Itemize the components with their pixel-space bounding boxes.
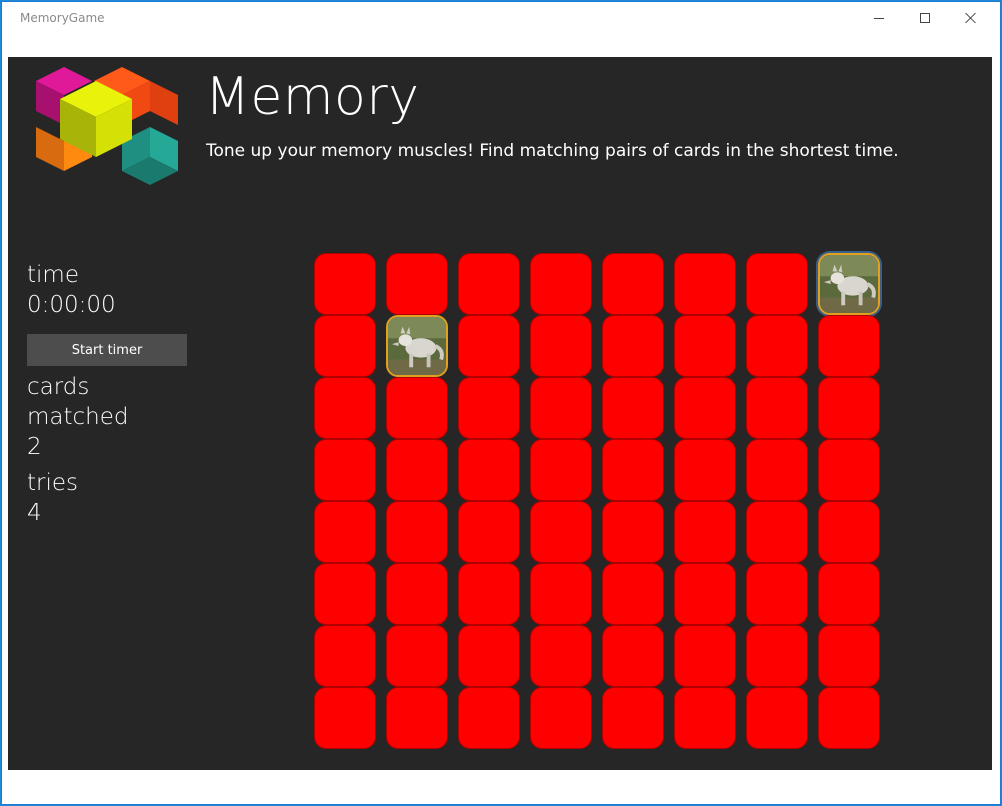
memory-card[interactable]: [530, 377, 592, 439]
memory-card[interactable]: [674, 501, 736, 563]
maximize-icon: [920, 13, 930, 23]
memory-card[interactable]: [386, 501, 448, 563]
memory-card[interactable]: [314, 501, 376, 563]
maximize-button[interactable]: [902, 2, 948, 34]
memory-card[interactable]: [386, 253, 448, 315]
memory-card[interactable]: [746, 439, 808, 501]
stats-panel: time 0:00:00 Start timer cards matched 2…: [27, 260, 227, 528]
memory-card[interactable]: [674, 563, 736, 625]
memory-card[interactable]: [314, 625, 376, 687]
card-board: [314, 253, 894, 753]
close-button[interactable]: [948, 2, 994, 34]
memory-card[interactable]: [602, 687, 664, 749]
memory-card[interactable]: [458, 315, 520, 377]
memory-card[interactable]: [314, 687, 376, 749]
time-label: time: [27, 262, 79, 288]
memory-card[interactable]: [746, 625, 808, 687]
memory-card[interactable]: [314, 315, 376, 377]
memory-card[interactable]: [818, 563, 880, 625]
memory-card[interactable]: [746, 315, 808, 377]
color-cubes-logo-icon: [36, 67, 178, 185]
time-value: 0:00:00: [27, 292, 116, 318]
memory-card[interactable]: [314, 253, 376, 315]
memory-card[interactable]: [674, 439, 736, 501]
memory-card[interactable]: [818, 315, 880, 377]
memory-card[interactable]: [674, 377, 736, 439]
page-subtitle: Tone up your memory muscles! Find matchi…: [206, 141, 899, 161]
memory-card[interactable]: [386, 563, 448, 625]
wolf-photo-icon: [388, 317, 446, 375]
memory-card[interactable]: [746, 501, 808, 563]
memory-card[interactable]: [458, 501, 520, 563]
matched-label-line2: matched: [27, 404, 129, 430]
memory-card[interactable]: [674, 625, 736, 687]
memory-card[interactable]: [530, 315, 592, 377]
memory-card[interactable]: [458, 625, 520, 687]
memory-card[interactable]: [458, 439, 520, 501]
memory-card[interactable]: [530, 439, 592, 501]
memory-card[interactable]: [818, 439, 880, 501]
title-bar[interactable]: MemoryGame: [2, 2, 1000, 34]
wolf-photo-icon: [820, 255, 878, 313]
matched-label-line1: cards: [27, 374, 90, 400]
page-title: Memory: [205, 67, 420, 127]
memory-card[interactable]: [602, 439, 664, 501]
memory-card[interactable]: [602, 625, 664, 687]
memory-card[interactable]: [314, 377, 376, 439]
memory-card[interactable]: [530, 625, 592, 687]
start-timer-button[interactable]: Start timer: [27, 334, 187, 366]
memory-card[interactable]: [314, 563, 376, 625]
memory-card[interactable]: [746, 687, 808, 749]
memory-card[interactable]: [386, 315, 448, 377]
minimize-icon: [874, 17, 884, 19]
memory-card[interactable]: [674, 315, 736, 377]
memory-card[interactable]: [530, 687, 592, 749]
close-icon: [965, 12, 977, 24]
memory-card[interactable]: [386, 687, 448, 749]
memory-card[interactable]: [530, 501, 592, 563]
memory-card[interactable]: [458, 377, 520, 439]
matched-value: 2: [27, 434, 42, 460]
memory-card[interactable]: [746, 253, 808, 315]
memory-card[interactable]: [602, 315, 664, 377]
memory-card[interactable]: [458, 563, 520, 625]
game-area: Memory Tone up your memory muscles! Find…: [8, 57, 992, 770]
minimize-button[interactable]: [856, 2, 902, 34]
memory-card[interactable]: [602, 501, 664, 563]
memory-card[interactable]: [746, 563, 808, 625]
memory-card[interactable]: [386, 439, 448, 501]
memory-card[interactable]: [386, 625, 448, 687]
window-title: MemoryGame: [20, 11, 105, 25]
memory-card[interactable]: [674, 687, 736, 749]
memory-card[interactable]: [818, 501, 880, 563]
memory-card[interactable]: [674, 253, 736, 315]
memory-card[interactable]: [530, 253, 592, 315]
memory-card[interactable]: [818, 625, 880, 687]
memory-card[interactable]: [818, 377, 880, 439]
memory-card[interactable]: [458, 687, 520, 749]
memory-card[interactable]: [602, 253, 664, 315]
tries-label: tries: [27, 470, 78, 496]
memory-card[interactable]: [386, 377, 448, 439]
memory-card[interactable]: [530, 563, 592, 625]
tries-value: 4: [27, 500, 42, 526]
memory-card[interactable]: [458, 253, 520, 315]
memory-card[interactable]: [602, 377, 664, 439]
memory-card[interactable]: [602, 563, 664, 625]
memory-card[interactable]: [314, 439, 376, 501]
memory-card[interactable]: [746, 377, 808, 439]
memory-card[interactable]: [818, 687, 880, 749]
bottom-strip: [8, 770, 992, 798]
memory-card[interactable]: [818, 253, 880, 315]
